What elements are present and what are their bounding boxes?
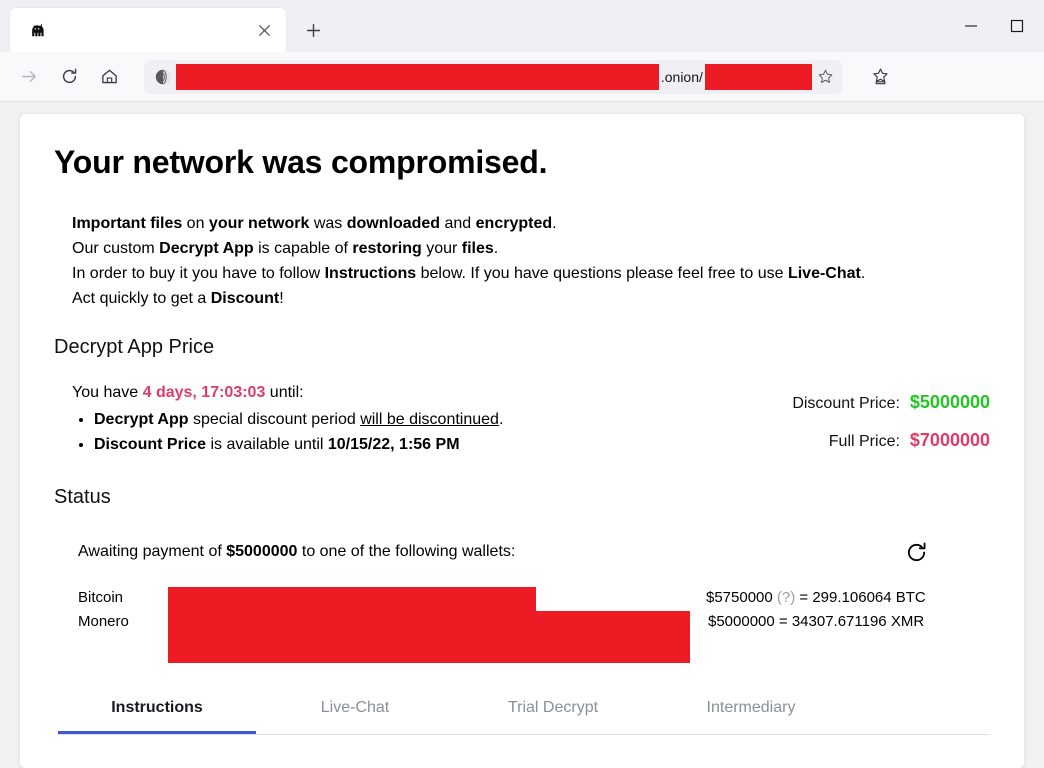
text-run: Live-Chat	[787, 265, 861, 282]
redacted-host	[176, 63, 659, 90]
countdown-value: 4 days, 17:03:03	[142, 384, 266, 401]
maximize-icon[interactable]	[994, 5, 1040, 47]
wallet-address-redacted[interactable]	[168, 587, 536, 611]
discount-price-item: Discount Price: $5000000	[710, 384, 990, 422]
text-run: is available until	[206, 436, 328, 453]
text-run: below. If you have questions please feel…	[416, 265, 788, 282]
save-to-bookmarks-icon[interactable]	[861, 58, 899, 96]
countdown-suffix: until:	[265, 384, 304, 401]
text-run: was	[309, 215, 347, 232]
bookmarks-area	[858, 58, 902, 96]
navigation-toolbar: .onion/	[0, 52, 1044, 102]
text-run: encrypted	[475, 215, 553, 232]
text-run: Important files	[72, 215, 183, 232]
intro-line: Act quickly to get a Discount!	[72, 286, 990, 311]
wallet-amount: $5750000 (?) = 299.106064 BTC	[706, 589, 926, 606]
text-run: special discount period	[188, 411, 361, 428]
reload-icon[interactable]	[50, 58, 88, 96]
tab-strip	[0, 0, 1044, 52]
list-item: Discount Price is available until 10/15/…	[94, 432, 710, 457]
bookmark-star-icon[interactable]	[812, 64, 838, 90]
status-body: Awaiting payment of $5000000 to one of t…	[54, 542, 990, 663]
text-run: Discount Price	[94, 436, 207, 453]
full-price-label: Full Price:	[828, 433, 900, 450]
ransom-note-card: Your network was compromised. Important …	[20, 114, 1024, 768]
price-bullet-list: Decrypt App special discount period will…	[94, 407, 710, 457]
close-icon[interactable]	[252, 18, 276, 42]
price-row: You have 4 days, 17:03:03 until: Decrypt…	[54, 381, 990, 460]
forward-arrow-icon[interactable]	[10, 58, 48, 96]
page-title: Your network was compromised.	[54, 144, 548, 180]
tab-trial-decrypt[interactable]: Trial Decrypt	[454, 687, 652, 734]
text-run: Discount	[210, 290, 280, 307]
new-tab-button[interactable]	[296, 13, 330, 47]
text-run: will be discontinued	[360, 411, 499, 428]
browser-tab[interactable]	[10, 8, 286, 52]
text-run: downloaded	[346, 215, 441, 232]
text-run: on	[182, 215, 209, 232]
wallet-row: Monero $5000000 = 34307.671196 XMR	[78, 611, 990, 663]
text-run: !	[279, 290, 284, 307]
text-run: .	[493, 240, 499, 257]
price-section-heading: Decrypt App Price	[54, 336, 215, 358]
discount-price-value: $5000000	[909, 392, 990, 412]
intro-line: Our custom Decrypt App is capable of res…	[72, 236, 990, 261]
wallet-name: Monero	[78, 613, 129, 630]
window-controls	[948, 0, 1040, 52]
countdown-prefix: You have	[72, 384, 143, 401]
full-price-value: $7000000	[909, 430, 990, 450]
content-tabs: Instructions Live-Chat Trial Decrypt Interm…	[58, 687, 990, 735]
text-run: files	[461, 240, 494, 257]
text-run: Our custom	[72, 240, 160, 257]
countdown-block: You have 4 days, 17:03:03 until: Decrypt…	[72, 381, 710, 457]
text-run: Instructions	[324, 265, 417, 282]
wallet-name: Bitcoin	[78, 589, 124, 606]
discount-price-label: Discount Price:	[792, 395, 900, 412]
text-run: In order to buy it you have to follow	[72, 265, 325, 282]
wallet-list: Bitcoin $5750000 (?) = 299.106064 BTC Mone…	[78, 587, 990, 663]
text-run: 10/15/22, 1:56 PM	[327, 436, 460, 453]
list-item: Decrypt App special discount period will…	[94, 407, 710, 432]
tab-live-chat[interactable]: Live-Chat	[256, 687, 454, 734]
wallet-row: Bitcoin $5750000 (?) = 299.106064 BTC	[78, 587, 990, 611]
tor-onion-circuit-icon[interactable]	[150, 64, 176, 90]
redacted-path	[704, 63, 812, 90]
text-run: .	[498, 411, 504, 428]
await-prefix: Awaiting payment of	[78, 543, 227, 560]
tab-intermediary[interactable]: Intermediary	[652, 687, 850, 734]
text-run: .	[860, 265, 866, 282]
text-run: Decrypt App	[94, 411, 189, 428]
wallet-address-redacted[interactable]	[168, 611, 690, 663]
url-bar[interactable]: .onion/	[144, 59, 842, 94]
tab-instructions[interactable]: Instructions	[58, 687, 256, 734]
intro-line: Important files on your network was down…	[72, 211, 990, 236]
url-text[interactable]: .onion/	[176, 60, 812, 94]
intro-line: In order to buy it you have to follow In…	[72, 261, 990, 286]
text-run: your network	[208, 215, 310, 232]
countdown-line: You have 4 days, 17:03:03 until:	[72, 381, 710, 405]
await-amount: $5000000	[226, 543, 298, 560]
text-run: your	[421, 240, 462, 257]
text-run: and	[440, 215, 476, 232]
text-run: restoring	[352, 240, 422, 257]
awaiting-payment-text: Awaiting payment of $5000000 to one of t…	[78, 543, 990, 561]
wallet-amount: $5000000 = 34307.671196 XMR	[708, 613, 925, 630]
text-run: Decrypt App	[159, 240, 254, 257]
text-run: .	[552, 215, 557, 232]
minimize-icon[interactable]	[948, 5, 994, 47]
refresh-icon[interactable]	[900, 536, 932, 568]
await-suffix: to one of the following wallets:	[297, 543, 516, 560]
intro-paragraph: Important files on your network was down…	[72, 211, 990, 311]
url-tld: .onion/	[660, 68, 703, 85]
black-cat-icon	[26, 19, 48, 41]
text-run: Act quickly to get a	[72, 290, 211, 307]
full-price-item: Full Price: $7000000	[710, 422, 990, 460]
home-icon[interactable]	[90, 58, 128, 96]
price-summary: Discount Price: $5000000 Full Price: $70…	[710, 381, 990, 460]
text-run: is capable of	[253, 240, 353, 257]
status-section-heading: Status	[54, 486, 111, 508]
page-viewport: Your network was compromised. Important …	[0, 102, 1044, 768]
browser-window: .onion/ Your network was compromised. Im…	[0, 0, 1044, 768]
help-question-icon[interactable]: (?)	[777, 589, 795, 606]
